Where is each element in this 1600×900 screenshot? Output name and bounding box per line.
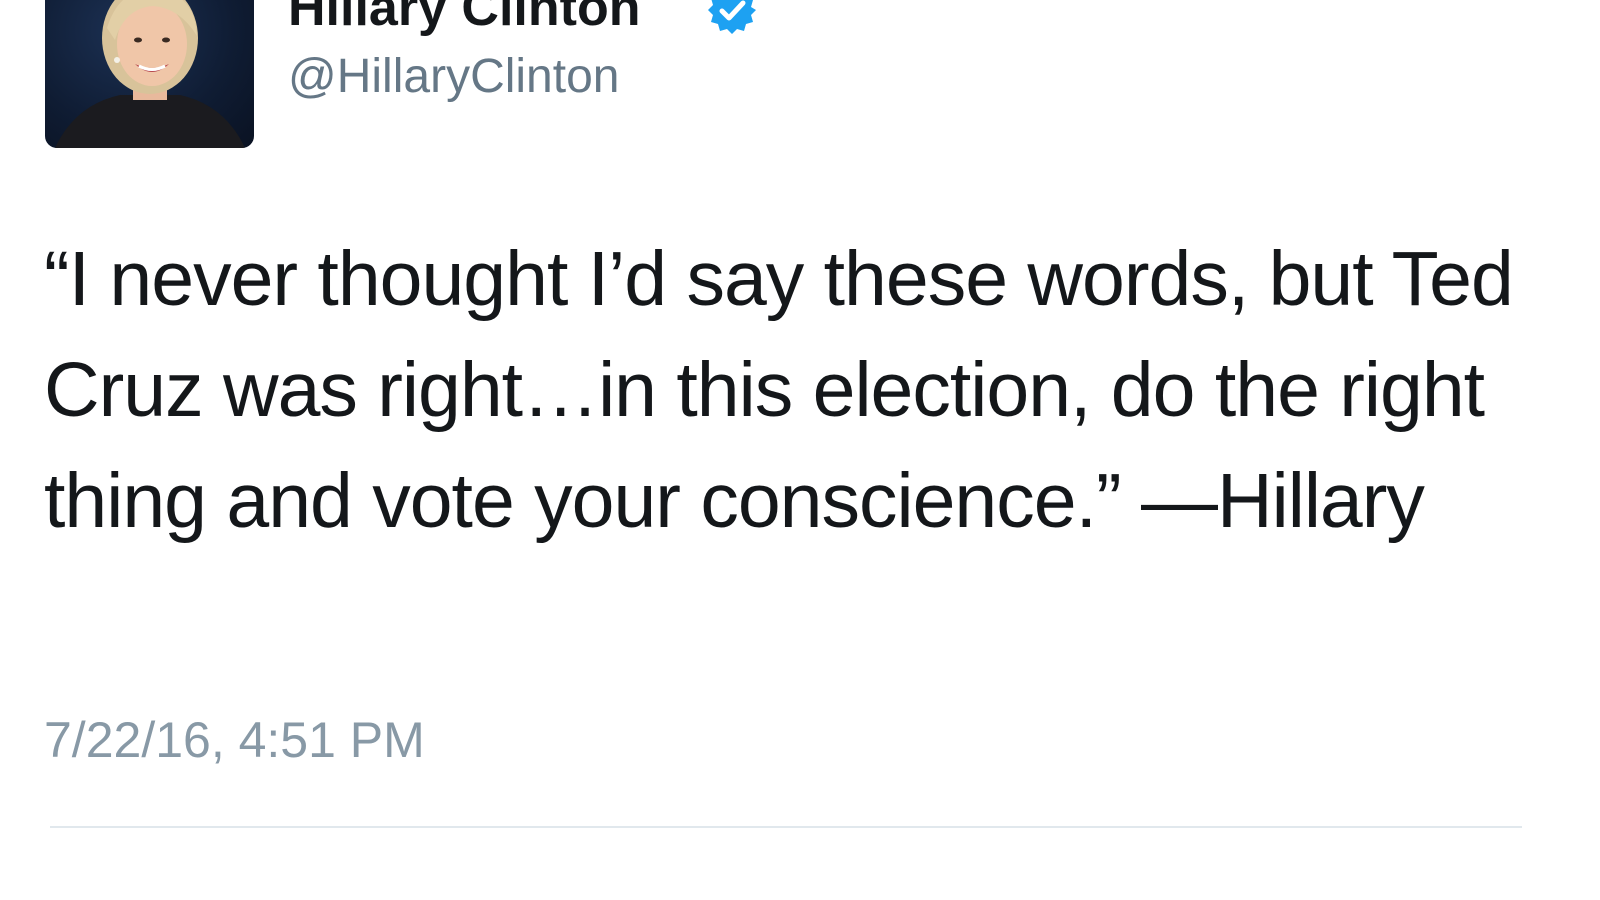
divider (50, 826, 1522, 828)
tweet-timestamp[interactable]: 7/22/16, 4:51 PM (44, 710, 425, 770)
verified-badge-icon (708, 0, 756, 34)
tweet-detail: Hillary Clinton @HillaryClinton “I never… (0, 0, 1600, 900)
profile-photo-icon (55, 0, 245, 148)
display-name[interactable]: Hillary Clinton (288, 0, 640, 38)
avatar[interactable] (45, 0, 254, 148)
tweet-text: “I never thought I’d say these words, bu… (44, 236, 1514, 544)
user-handle[interactable]: @HillaryClinton (288, 48, 619, 106)
